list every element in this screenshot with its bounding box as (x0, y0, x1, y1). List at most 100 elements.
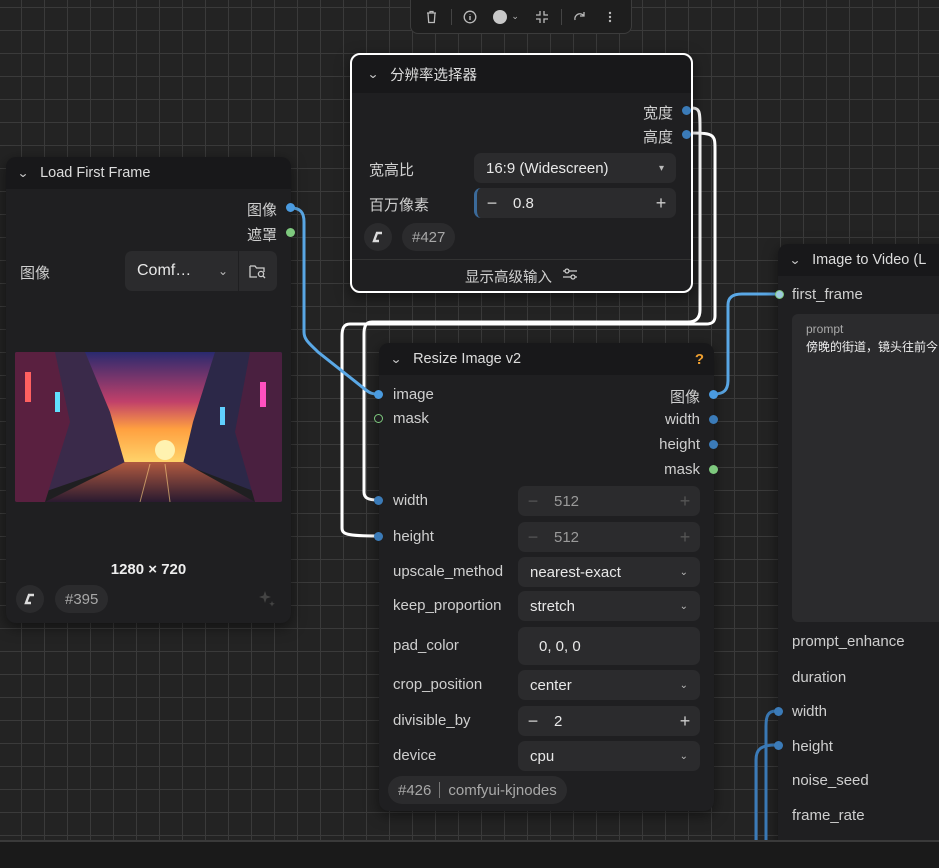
image-to-video-node[interactable]: ⌄ Image to Video (L first_frame prompt 傍… (774, 244, 939, 854)
color-picker-button[interactable]: ⌄ (489, 6, 523, 28)
chevron-down-icon: ⌄ (511, 11, 519, 21)
output-image-port[interactable] (286, 203, 295, 212)
keep-proportion-label: keep_proportion (393, 597, 502, 614)
decrement-button[interactable]: − (518, 711, 548, 732)
chevron-down-icon[interactable]: ⌄ (367, 67, 379, 81)
folder-search-icon[interactable] (239, 263, 277, 279)
load-first-frame-node[interactable]: ⌄ Load First Frame 图像 遮罩 图像 Comf… ⌄ 1280… (6, 157, 295, 623)
output-image-label: 图像 (669, 389, 700, 406)
toolbar-divider (560, 8, 562, 25)
image-dimensions: 1280 × 720 (110, 561, 187, 578)
input-first-frame-port[interactable] (775, 290, 784, 299)
device-label: device (393, 747, 437, 764)
output-image-port[interactable] (709, 390, 718, 399)
divisible-by-label: divisible_by (393, 712, 471, 729)
advanced-inputs-label: 显示高级输入 (465, 269, 552, 286)
node-title-bar[interactable]: ⌄ Load First Frame (6, 157, 291, 189)
input-width-port[interactable] (374, 496, 383, 505)
width-stepper[interactable]: − 512 + (518, 486, 700, 516)
width-label: width (393, 492, 429, 509)
decrement-button[interactable]: − (518, 491, 548, 512)
input-image-port[interactable] (374, 390, 383, 399)
input-mask-port[interactable] (374, 414, 383, 423)
increment-button[interactable]: + (646, 193, 676, 214)
resize-image-node[interactable]: ⌄ Resize Image v2 ? image mask 图像 width … (374, 343, 718, 811)
show-advanced-inputs[interactable]: 显示高级输入 (352, 259, 691, 292)
node-title-bar[interactable]: ⌄ 分辨率选择器 (352, 55, 691, 93)
trash-icon[interactable] (421, 6, 443, 28)
chevron-down-icon: ⌄ (679, 750, 688, 762)
crop-position-value: center (530, 676, 572, 694)
increment-button[interactable]: + (670, 491, 700, 512)
device-select[interactable]: cpu ⌄ (518, 741, 700, 771)
increment-button[interactable]: + (670, 711, 700, 732)
pad-color-label: pad_color (393, 637, 459, 654)
input-height-port[interactable] (774, 741, 783, 750)
chevron-down-icon: ⌄ (679, 566, 688, 578)
node-title: Resize Image v2 (413, 351, 522, 367)
output-mask-label: mask (664, 461, 700, 478)
upscale-method-value: nearest-exact (530, 563, 621, 581)
height-stepper[interactable]: − 512 + (518, 522, 700, 552)
divisible-by-stepper[interactable]: − 2 + (518, 706, 700, 736)
crop-position-label: crop_position (393, 676, 483, 693)
output-width-label: 宽度 (642, 105, 673, 122)
info-icon[interactable] (459, 6, 481, 28)
crop-position-select[interactable]: center ⌄ (518, 670, 700, 700)
sparkle-icon[interactable] (257, 589, 277, 614)
pad-color-value: 0, 0, 0 (539, 637, 581, 655)
resolution-selector-node[interactable]: ⌄ 分辨率选择器 宽度 高度 宽高比 16:9 (Widescreen) ▾ 百… (350, 53, 693, 293)
fit-icon[interactable] (531, 6, 553, 28)
image-label: 图像 (20, 265, 51, 282)
node-toolbar: ⌄ (410, 0, 632, 34)
first-frame-label: first_frame (792, 286, 863, 303)
decrement-button[interactable]: − (518, 527, 548, 548)
redo-icon[interactable] (569, 6, 591, 28)
output-width-port[interactable] (682, 106, 691, 115)
output-height-label: 高度 (642, 129, 673, 146)
chevron-down-icon[interactable]: ⌄ (789, 253, 801, 267)
upscale-method-label: upscale_method (393, 563, 504, 580)
output-mask-port[interactable] (709, 465, 718, 474)
output-width-port[interactable] (709, 415, 718, 424)
width-label: width (792, 703, 828, 720)
output-mask-label: 遮罩 (246, 227, 277, 244)
output-height-port[interactable] (709, 440, 718, 449)
comfy-logo-icon[interactable] (364, 223, 392, 251)
toolbar-divider (450, 8, 452, 25)
output-height-port[interactable] (682, 130, 691, 139)
chevron-down-icon[interactable]: ⌄ (390, 352, 402, 366)
input-width-port[interactable] (774, 707, 783, 716)
aspect-ratio-value: 16:9 (Widescreen) (486, 159, 609, 177)
node-title-bar[interactable]: ⌄ Resize Image v2 ? (379, 343, 714, 375)
node-title: Load First Frame (40, 165, 151, 181)
height-value: 512 (554, 528, 580, 546)
more-icon[interactable] (599, 6, 621, 28)
height-label: height (393, 528, 434, 545)
megapixel-stepper[interactable]: − 0.8 + (474, 188, 676, 218)
device-value: cpu (530, 747, 555, 765)
megapixel-value: 0.8 (513, 194, 534, 212)
input-height-port[interactable] (374, 532, 383, 541)
prompt-textarea[interactable]: prompt 傍晚的街道，镜头往前今 (792, 314, 939, 622)
chevron-down-icon[interactable]: ⌄ (17, 166, 29, 180)
output-mask-port[interactable] (286, 228, 295, 237)
comfy-logo-icon[interactable] (16, 585, 44, 613)
input-image-label: image (393, 386, 434, 403)
aspect-ratio-label: 宽高比 (369, 162, 415, 179)
increment-button[interactable]: + (670, 527, 700, 548)
chevron-down-icon: ▾ (658, 162, 664, 174)
upscale-method-select[interactable]: nearest-exact ⌄ (518, 557, 700, 587)
duration-label: duration (792, 669, 847, 686)
keep-proportion-select[interactable]: stretch ⌄ (518, 591, 700, 621)
decrement-button[interactable]: − (477, 193, 507, 214)
node-title: Image to Video (L (812, 252, 927, 268)
image-select[interactable]: Comf… ⌄ (125, 251, 277, 291)
preview-image (15, 352, 282, 502)
help-icon[interactable]: ? (695, 351, 704, 368)
node-id-badge: #395 (55, 585, 109, 613)
aspect-ratio-select[interactable]: 16:9 (Widescreen) ▾ (474, 153, 676, 183)
prompt-text: 傍晚的街道，镜头往前今 (806, 340, 939, 354)
pad-color-input[interactable]: 0, 0, 0 (518, 627, 700, 665)
node-title-bar[interactable]: ⌄ Image to Video (L (778, 244, 939, 276)
